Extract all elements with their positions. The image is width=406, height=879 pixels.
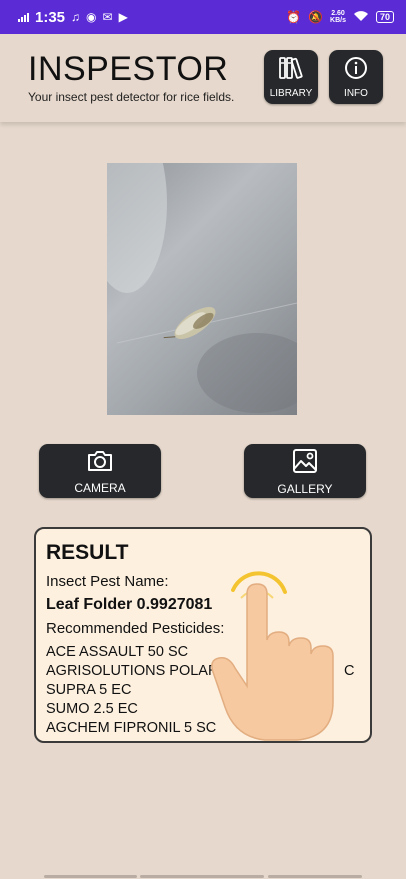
net-speed-unit: KB/s xyxy=(330,17,346,24)
pest-name-label: Insect Pest Name: xyxy=(46,573,169,590)
camera-icon xyxy=(86,448,114,479)
alarm-icon: ⏰ xyxy=(286,10,302,24)
status-bar-left: 1:35 ♫ ◉ ✉ ▶ xyxy=(18,9,128,26)
app-header: INSPESTOR Your insect pest detector for … xyxy=(0,34,406,122)
camera-label: CAMERA xyxy=(74,480,126,495)
camera-button[interactable]: CAMERA xyxy=(39,444,161,498)
pesticide-item: SUMO 2.5 EC xyxy=(46,701,138,717)
nav-hint-bar xyxy=(268,875,362,878)
status-bar-right: ⏰ 🔕 2.60 KB/s 70 xyxy=(286,10,394,24)
library-label: LIBRARY xyxy=(269,87,313,99)
pesticide-item: ACE ASSAULT 50 SC xyxy=(46,644,189,660)
nav-hint-bar xyxy=(44,875,137,878)
library-button[interactable]: LIBRARY xyxy=(264,50,318,104)
gallery-icon xyxy=(291,447,319,480)
insect-image xyxy=(163,306,216,340)
pesticide-item: SUPRA 5 EC xyxy=(46,682,132,698)
status-bar: 1:35 ♫ ◉ ✉ ▶ ⏰ 🔕 2.60 KB/s 70 xyxy=(0,0,406,34)
mail-icon: ✉ xyxy=(102,10,113,24)
net-speed: 2.60 KB/s xyxy=(330,10,346,24)
messenger-icon: ◉ xyxy=(86,10,97,24)
battery-icon: 70 xyxy=(375,11,394,23)
signal-icon xyxy=(18,12,29,22)
info-icon xyxy=(344,56,368,85)
info-label: INFO xyxy=(344,87,368,99)
gallery-label: GALLERY xyxy=(277,481,333,496)
mute-icon: 🔕 xyxy=(308,10,324,24)
pesticide-item: AGRISOLUTIONS POLAR C xyxy=(46,662,360,681)
pest-photo xyxy=(107,163,297,415)
status-time: 1:35 xyxy=(35,8,66,26)
pest-name-value: Leaf Folder 0.9927081 xyxy=(46,596,213,613)
result-title: RESULT xyxy=(46,541,129,564)
net-speed-value: 2.60 xyxy=(331,10,345,17)
youtube-icon: ▶ xyxy=(118,10,128,24)
pesticide-item: AGCHEM FIPRONIL 5 SC xyxy=(46,720,217,736)
app-subtitle: Your insect pest detector for rice field… xyxy=(28,90,235,104)
pesticides-label: Recommended Pesticides: xyxy=(46,620,225,637)
pesticide-item-tail: C xyxy=(344,663,355,679)
app-title: INSPESTOR xyxy=(28,50,229,88)
gallery-button[interactable]: GALLERY xyxy=(244,444,366,498)
music-note-icon: ♫ xyxy=(71,10,81,24)
pesticide-list: ACE ASSAULT 50 SC AGRISOLUTIONS POLAR C … xyxy=(46,643,360,738)
info-button[interactable]: INFO xyxy=(329,50,383,104)
wifi-icon xyxy=(353,10,369,24)
library-icon xyxy=(278,56,304,85)
result-card: RESULT Insect Pest Name: Leaf Folder 0.9… xyxy=(34,527,372,743)
pesticide-item-text: AGRISOLUTIONS POLAR xyxy=(46,663,219,679)
nav-hint-bar xyxy=(140,875,264,878)
